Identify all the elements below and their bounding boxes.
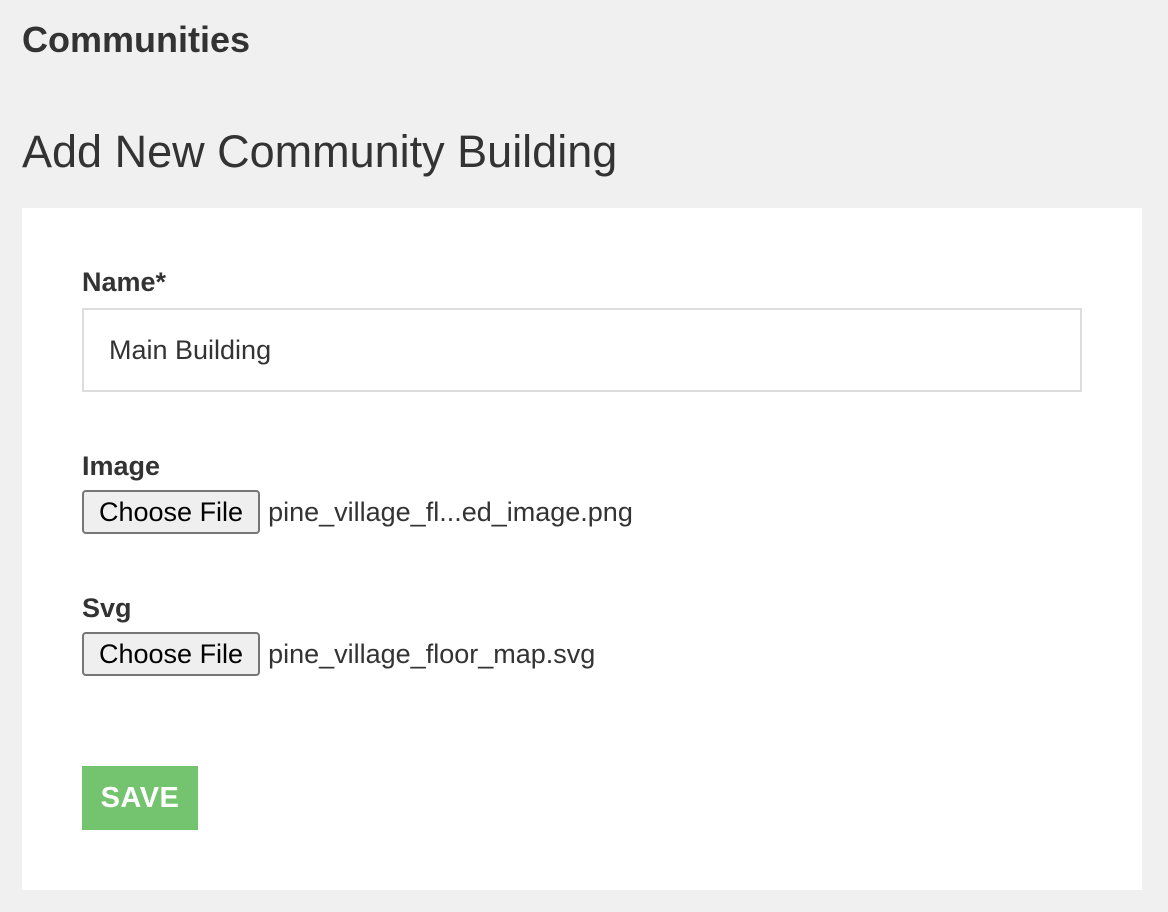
image-file-input: Choose File pine_village_fl...ed_image.p… — [82, 490, 633, 534]
page: Communities Add New Community Building N… — [0, 0, 1168, 912]
section-title: Communities — [22, 19, 251, 60]
building-form: Name* Image Choose File pine_village_fl.… — [22, 208, 1142, 890]
svg-choose-file-button[interactable]: Choose File — [82, 632, 261, 676]
image-choose-file-button[interactable]: Choose File — [82, 490, 261, 534]
name-input[interactable] — [82, 308, 1082, 392]
image-label: Image — [82, 451, 161, 481]
save-button[interactable]: SAVE — [82, 766, 198, 830]
svg-label: Svg — [82, 593, 132, 623]
svg-file-name: pine_village_floor_map.svg — [268, 638, 596, 669]
page-title: Add New Community Building — [22, 126, 618, 177]
name-label: Name* — [82, 267, 167, 297]
svg-file-input: Choose File pine_village_floor_map.svg — [82, 632, 595, 676]
image-file-name: pine_village_fl...ed_image.png — [268, 496, 633, 527]
